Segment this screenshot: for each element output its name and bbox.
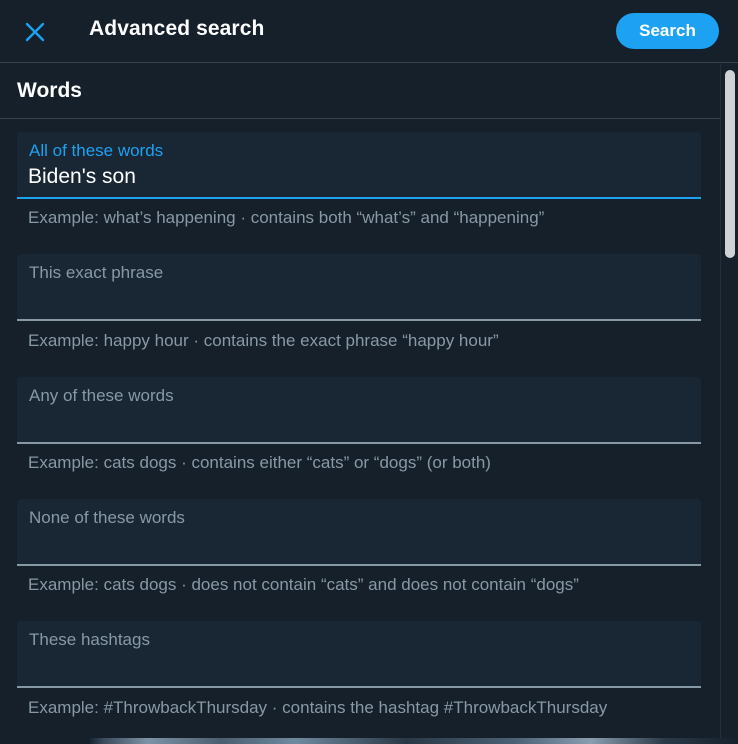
- dialog-body[interactable]: Words All of these words Biden's son Exa…: [0, 64, 720, 744]
- field-label: Any of these words: [29, 386, 174, 405]
- field-label: These hashtags: [29, 630, 150, 649]
- advanced-search-dialog: Advanced search Search Words All of thes…: [0, 0, 738, 744]
- field-value[interactable]: Biden's son: [28, 165, 136, 189]
- field-hint: Example: #ThrowbackThursday · contains t…: [28, 698, 608, 717]
- section-title: Words: [17, 79, 82, 102]
- field-label: This exact phrase: [29, 263, 164, 282]
- field-hint: Example: cats dogs · contains either “ca…: [28, 453, 491, 472]
- any-words-field[interactable]: Any of these words: [17, 377, 701, 444]
- background-image-strip: [0, 738, 738, 744]
- close-icon: [25, 22, 45, 42]
- scrollbar-thumb[interactable]: [725, 70, 735, 258]
- field-hint: Example: cats dogs · does not contain “c…: [28, 575, 579, 594]
- dialog-title: Advanced search: [89, 17, 265, 40]
- dialog-header: Advanced search Search: [0, 0, 738, 63]
- field-label: None of these words: [29, 508, 185, 527]
- search-button[interactable]: Search: [616, 13, 719, 49]
- all-words-field[interactable]: All of these words Biden's son: [17, 132, 701, 199]
- field-hint: Example: what’s happening · contains bot…: [28, 208, 545, 227]
- scrollbar[interactable]: [720, 64, 738, 744]
- none-words-field[interactable]: None of these words: [17, 499, 701, 566]
- hashtags-field[interactable]: These hashtags: [17, 621, 701, 688]
- exact-phrase-field[interactable]: This exact phrase: [17, 254, 701, 321]
- close-button[interactable]: [15, 13, 55, 51]
- field-hint: Example: happy hour · contains the exact…: [28, 331, 499, 350]
- words-section-header: Words: [0, 64, 720, 119]
- field-label: All of these words: [29, 141, 164, 160]
